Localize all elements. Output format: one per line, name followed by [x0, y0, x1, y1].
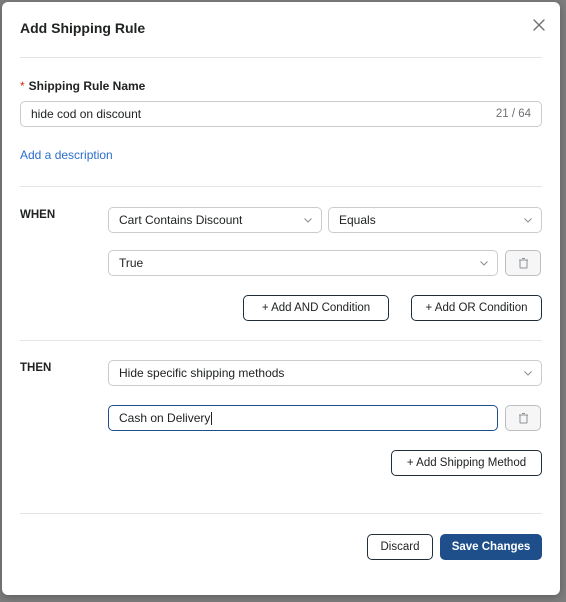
- add-or-condition-button[interactable]: + Add OR Condition: [411, 295, 542, 321]
- shipping-method-input[interactable]: Cash on Delivery: [108, 405, 498, 431]
- trash-icon: [518, 258, 528, 269]
- delete-method-button[interactable]: [505, 405, 541, 431]
- rule-name-value: hide cod on discount: [31, 107, 142, 121]
- chevron-down-icon: [480, 261, 488, 266]
- discard-button[interactable]: Discard: [367, 534, 433, 560]
- section-divider-1: [20, 186, 542, 187]
- condition-field-value: Cart Contains Discount: [119, 213, 243, 227]
- action-value: Hide specific shipping methods: [119, 366, 285, 380]
- close-icon: [533, 19, 545, 31]
- chevron-down-icon: [524, 371, 532, 376]
- trash-icon: [518, 413, 528, 424]
- add-shipping-method-button[interactable]: + Add Shipping Method: [391, 450, 542, 476]
- add-shipping-rule-dialog: Add Shipping Rule * Shipping Rule Name hi…: [2, 2, 560, 595]
- char-counter: 21 / 64: [495, 108, 531, 120]
- chevron-down-icon: [524, 218, 532, 223]
- rule-name-label-text: Shipping Rule Name: [28, 79, 146, 93]
- delete-condition-button[interactable]: [505, 250, 541, 276]
- add-description-link[interactable]: Add a description: [20, 148, 113, 162]
- when-label: WHEN: [20, 209, 56, 221]
- save-changes-button[interactable]: Save Changes: [440, 534, 542, 560]
- rule-name-input[interactable]: hide cod on discount 21 / 64: [20, 101, 542, 127]
- operator-value: Equals: [339, 213, 376, 227]
- condition-value-select[interactable]: True: [108, 250, 498, 276]
- then-label: THEN: [20, 362, 52, 374]
- footer-divider: [20, 513, 542, 514]
- action-select[interactable]: Hide specific shipping methods: [108, 360, 542, 386]
- condition-value: True: [119, 256, 144, 270]
- add-and-condition-button[interactable]: + Add AND Condition: [243, 295, 389, 321]
- dialog-title: Add Shipping Rule: [20, 20, 146, 36]
- chevron-down-icon: [304, 218, 312, 223]
- shipping-method-value: Cash on Delivery: [119, 411, 211, 425]
- section-divider-2: [20, 340, 542, 341]
- close-button[interactable]: [529, 15, 549, 35]
- header-divider: [20, 57, 542, 58]
- condition-field-select[interactable]: Cart Contains Discount: [108, 207, 322, 233]
- text-caret: [211, 412, 213, 426]
- operator-select[interactable]: Equals: [328, 207, 542, 233]
- required-marker: *: [20, 79, 25, 93]
- rule-name-label: * Shipping Rule Name: [20, 79, 145, 93]
